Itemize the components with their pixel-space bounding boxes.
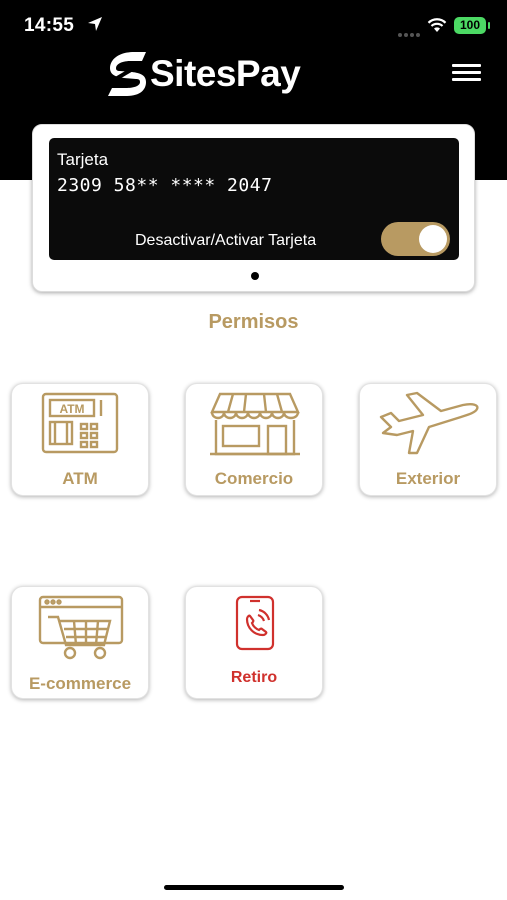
location-arrow-icon	[88, 17, 102, 31]
toggle-knob	[419, 225, 447, 253]
sitespay-logo-icon	[108, 52, 146, 96]
permission-label-exterior: Exterior	[395, 469, 461, 488]
atm-icon: ATM	[41, 392, 119, 454]
permission-label-ecommerce: E-commerce	[28, 674, 132, 693]
card-number: 2309 58** **** 2047	[57, 175, 273, 196]
permission-label-atm: ATM	[62, 469, 98, 488]
permission-tile-exterior[interactable]: Exterior	[359, 383, 497, 496]
phone-call-icon	[235, 595, 275, 651]
permission-tile-retiro[interactable]: Retiro	[185, 586, 323, 699]
carousel-page-indicator[interactable]	[251, 272, 259, 280]
airplane-icon	[379, 391, 479, 455]
permissions-title: Permisos	[208, 311, 299, 333]
store-icon	[210, 392, 300, 456]
status-bar: 14:55 100	[0, 0, 507, 52]
permission-label-comercio: Comercio	[214, 469, 294, 488]
permission-label-retiro: Retiro	[230, 669, 278, 686]
brand-logo-text: SitesPay	[150, 53, 301, 94]
card-label: Tarjeta	[57, 150, 109, 169]
online-cart-icon	[38, 595, 124, 660]
home-indicator[interactable]	[164, 885, 344, 890]
card-activation-toggle[interactable]	[381, 222, 450, 256]
svg-text:ATM: ATM	[59, 402, 84, 416]
battery-icon: 100	[454, 17, 486, 34]
hamburger-menu-icon[interactable]	[448, 62, 484, 88]
signal-dots-icon	[398, 24, 422, 42]
permission-tile-ecommerce[interactable]: E-commerce	[11, 586, 149, 699]
battery-tip	[488, 22, 490, 29]
permission-tile-comercio[interactable]: Comercio	[185, 383, 323, 496]
status-time: 14:55	[24, 15, 75, 36]
permission-tile-atm[interactable]: ATM ATM	[11, 383, 149, 496]
card-toggle-label: Desactivar/Activar Tarjeta	[135, 232, 317, 249]
wifi-icon	[427, 18, 447, 32]
